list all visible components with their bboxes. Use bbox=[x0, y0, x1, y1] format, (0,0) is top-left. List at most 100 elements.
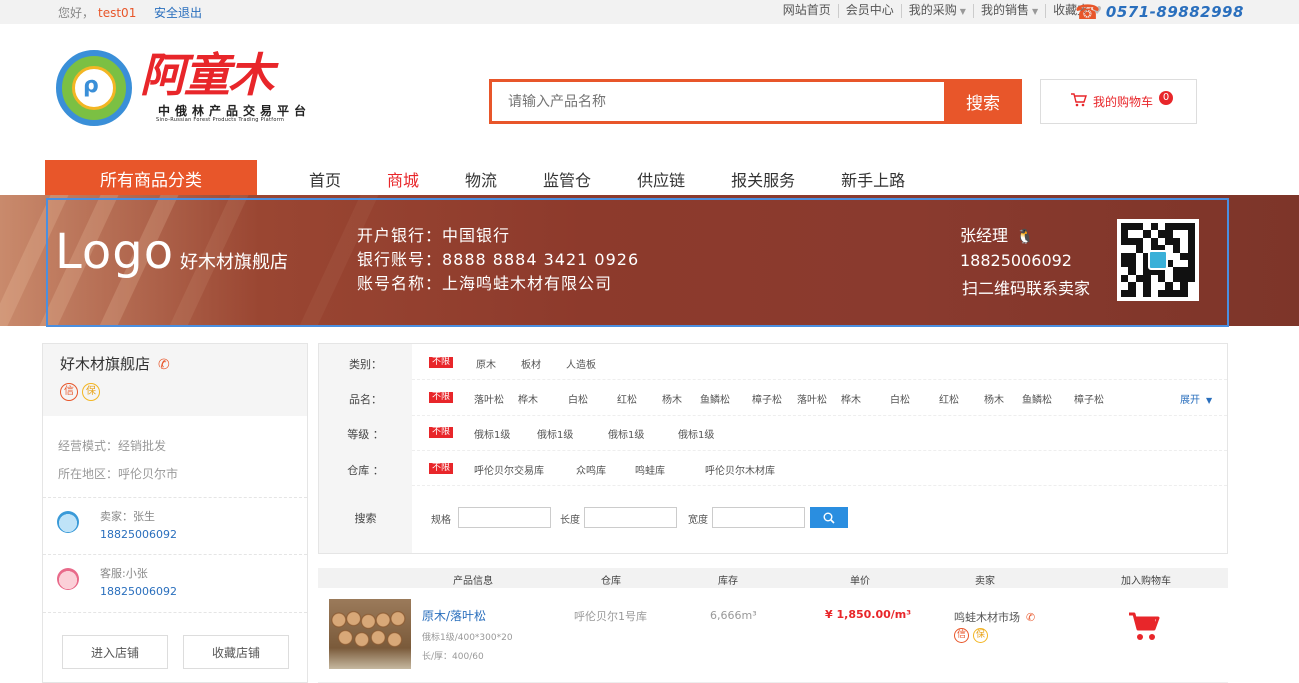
manager-phone: 18825006092 bbox=[960, 251, 1072, 270]
enter-shop-button[interactable]: 进入店铺 bbox=[62, 635, 168, 669]
filter-label-grade: 等级 ： bbox=[347, 428, 384, 441]
filter-option[interactable]: 红松 bbox=[939, 391, 959, 406]
guarantee-badge-icon: 保 bbox=[973, 628, 988, 643]
length-input[interactable] bbox=[584, 507, 677, 528]
spec-label: 规格 bbox=[431, 515, 451, 526]
top-nav-my-purchases[interactable]: 我的采购 ▼ bbox=[900, 3, 973, 18]
top-nav-my-sales[interactable]: 我的销售 ▼ bbox=[972, 4, 1045, 18]
top-nav-my-purchases-label: 我的采购 bbox=[908, 3, 957, 17]
top-nav: 网站首页 会员中心 我的采购 ▼ 我的销售 ▼ 收藏夹 ♥ bbox=[776, 4, 1109, 18]
qq-icon[interactable]: 🐧 bbox=[1016, 225, 1033, 249]
cart-button[interactable]: 我的购物车 0 bbox=[1040, 79, 1197, 124]
product-name-link[interactable]: 原木/落叶松 bbox=[422, 607, 486, 624]
filter-option[interactable]: 俄标1级 bbox=[537, 426, 573, 441]
logo-title[interactable]: 阿童木 bbox=[140, 48, 274, 102]
top-nav-member-center[interactable]: 会员中心 bbox=[837, 4, 901, 18]
filter-option[interactable]: 呼伦贝尔交易库 bbox=[474, 462, 544, 477]
logo-english: Sino-Russian Forest Products Trading Pla… bbox=[156, 117, 285, 123]
filter-option[interactable]: 鸣蛙库 bbox=[635, 462, 665, 477]
service-phone: 18825006092 bbox=[100, 585, 177, 598]
filter-option[interactable]: 俄标1级 bbox=[474, 426, 510, 441]
filter-option[interactable]: 众鸣库 bbox=[576, 462, 606, 477]
nav-item-customs[interactable]: 报关服务 bbox=[731, 167, 795, 191]
filter-option[interactable]: 鱼鳞松 bbox=[700, 391, 730, 406]
nav-item-mall[interactable]: 商城 bbox=[387, 167, 419, 191]
filter-option[interactable]: 樟子松 bbox=[1074, 391, 1104, 406]
logout-link[interactable]: 安全退出 bbox=[154, 4, 202, 21]
credit-badge-icon: 信 bbox=[954, 628, 969, 643]
col-seller: 卖家 bbox=[975, 576, 995, 587]
filter-option[interactable]: 红松 bbox=[617, 391, 637, 406]
bank-info: 开户银行：中国银行 银行账号：8888 8884 3421 0926 账号名称：… bbox=[357, 224, 639, 296]
chevron-down-icon: ▼ bbox=[959, 7, 966, 16]
seller-badges: 信 保 bbox=[954, 628, 992, 643]
length-label: 长度 bbox=[560, 515, 580, 526]
nav-item-supply-chain[interactable]: 供应链 bbox=[637, 167, 685, 191]
spec-input[interactable] bbox=[458, 507, 551, 528]
logo-emblem[interactable]: ρ bbox=[56, 50, 132, 126]
username-link[interactable]: test01 bbox=[98, 6, 136, 20]
all-categories-button[interactable]: 所有商品分类 bbox=[45, 160, 257, 196]
filter-option[interactable]: 杨木 bbox=[662, 391, 682, 406]
search-icon bbox=[823, 512, 835, 524]
manager-name: 张经理 bbox=[960, 226, 1009, 245]
credit-badge-icon: 信 bbox=[60, 383, 78, 401]
banner-shop-name: 好木材旗舰店 bbox=[180, 252, 288, 273]
favorite-shop-button[interactable]: 收藏店铺 bbox=[183, 635, 289, 669]
filter-option[interactable]: 鱼鳞松 bbox=[1022, 391, 1052, 406]
phone-icon[interactable]: ✆ bbox=[1026, 611, 1035, 624]
shop-name[interactable]: 好木材旗舰店 bbox=[60, 355, 150, 373]
filter-option[interactable]: 杨木 bbox=[984, 391, 1004, 406]
filter-option[interactable]: 俄标1级 bbox=[608, 426, 644, 441]
filter-option[interactable]: 俄标1级 bbox=[678, 426, 714, 441]
add-to-cart-button[interactable] bbox=[1128, 612, 1160, 646]
filter-option[interactable]: 落叶松 bbox=[797, 391, 827, 406]
top-nav-home[interactable]: 网站首页 bbox=[776, 4, 838, 18]
main-nav: 首页 商城 物流 监管仓 供应链 报关服务 新手上路 bbox=[309, 167, 951, 191]
product-price: ¥ 1,850.00/m³ bbox=[825, 608, 912, 621]
nav-item-logistics[interactable]: 物流 bbox=[465, 167, 497, 191]
telephone-icon: ☎ bbox=[1075, 0, 1100, 24]
shop-logo: Logo bbox=[55, 224, 175, 280]
seller-role: 卖家：张生 bbox=[100, 510, 155, 523]
filter-option[interactable]: 板材 bbox=[521, 356, 541, 371]
filter-option[interactable]: 原木 bbox=[476, 356, 496, 371]
filter-option[interactable]: 落叶松 bbox=[474, 391, 504, 406]
bank-account: 银行账号：8888 8884 3421 0926 bbox=[357, 250, 640, 269]
hotline: ☎ 0571-89882998 bbox=[1075, 0, 1244, 24]
search-input[interactable] bbox=[492, 82, 944, 121]
expand-toggle[interactable]: 展开 ▼ bbox=[1180, 391, 1212, 406]
nav-item-bonded-warehouse[interactable]: 监管仓 bbox=[543, 167, 591, 191]
filter-option[interactable]: 呼伦贝尔木材库 bbox=[705, 462, 775, 477]
width-input[interactable] bbox=[712, 507, 805, 528]
filter-label-category: 类别： bbox=[349, 358, 382, 371]
filter-option[interactable]: 樟子松 bbox=[752, 391, 782, 406]
filter-option[interactable]: 桦木 bbox=[518, 391, 538, 406]
search-button[interactable]: 搜索 bbox=[944, 79, 1022, 124]
top-bar: 您好， test01 安全退出 网站首页 会员中心 我的采购 ▼ 我的销售 ▼ 收藏夹… bbox=[0, 0, 1299, 24]
filter-unlimited-tag[interactable]: 不限 bbox=[429, 463, 454, 474]
nav-item-home[interactable]: 首页 bbox=[309, 167, 341, 191]
service-avatar-icon bbox=[57, 568, 79, 590]
product-seller: 鸣蛙木材市场 ✆ bbox=[954, 609, 1035, 625]
filter-option[interactable]: 桦木 bbox=[841, 391, 861, 406]
nav-item-beginners[interactable]: 新手上路 bbox=[841, 167, 905, 191]
product-thumbnail[interactable] bbox=[329, 599, 411, 669]
phone-icon[interactable]: ✆ bbox=[158, 357, 170, 373]
filter-search-button[interactable] bbox=[810, 507, 848, 528]
filter-option[interactable]: 人造板 bbox=[566, 356, 596, 371]
col-stock: 库存 bbox=[718, 576, 738, 587]
business-mode: 经营模式：经销批发 bbox=[58, 439, 167, 453]
filter-unlimited-tag[interactable]: 不限 bbox=[429, 427, 454, 438]
filter-option[interactable]: 白松 bbox=[568, 391, 588, 406]
filter-unlimited-tag[interactable]: 不限 bbox=[429, 392, 454, 403]
shop-info-header: 好木材旗舰店 ✆ 信 保 bbox=[43, 344, 307, 416]
seller-name-link[interactable]: 鸣蛙木材市场 bbox=[954, 611, 1020, 624]
shop-region: 所在地区：呼伦贝尔市 bbox=[58, 467, 179, 481]
filter-unlimited-tag[interactable]: 不限 bbox=[429, 357, 454, 368]
cart-label: 我的购物车 bbox=[1093, 95, 1154, 109]
manager-contact: 张经理 🐧 18825006092 扫二维码联系卖家 bbox=[960, 224, 1090, 301]
product-warehouse: 呼伦贝尔1号库 bbox=[574, 610, 647, 623]
filter-option[interactable]: 白松 bbox=[890, 391, 910, 406]
seller-avatar-icon bbox=[57, 511, 79, 533]
